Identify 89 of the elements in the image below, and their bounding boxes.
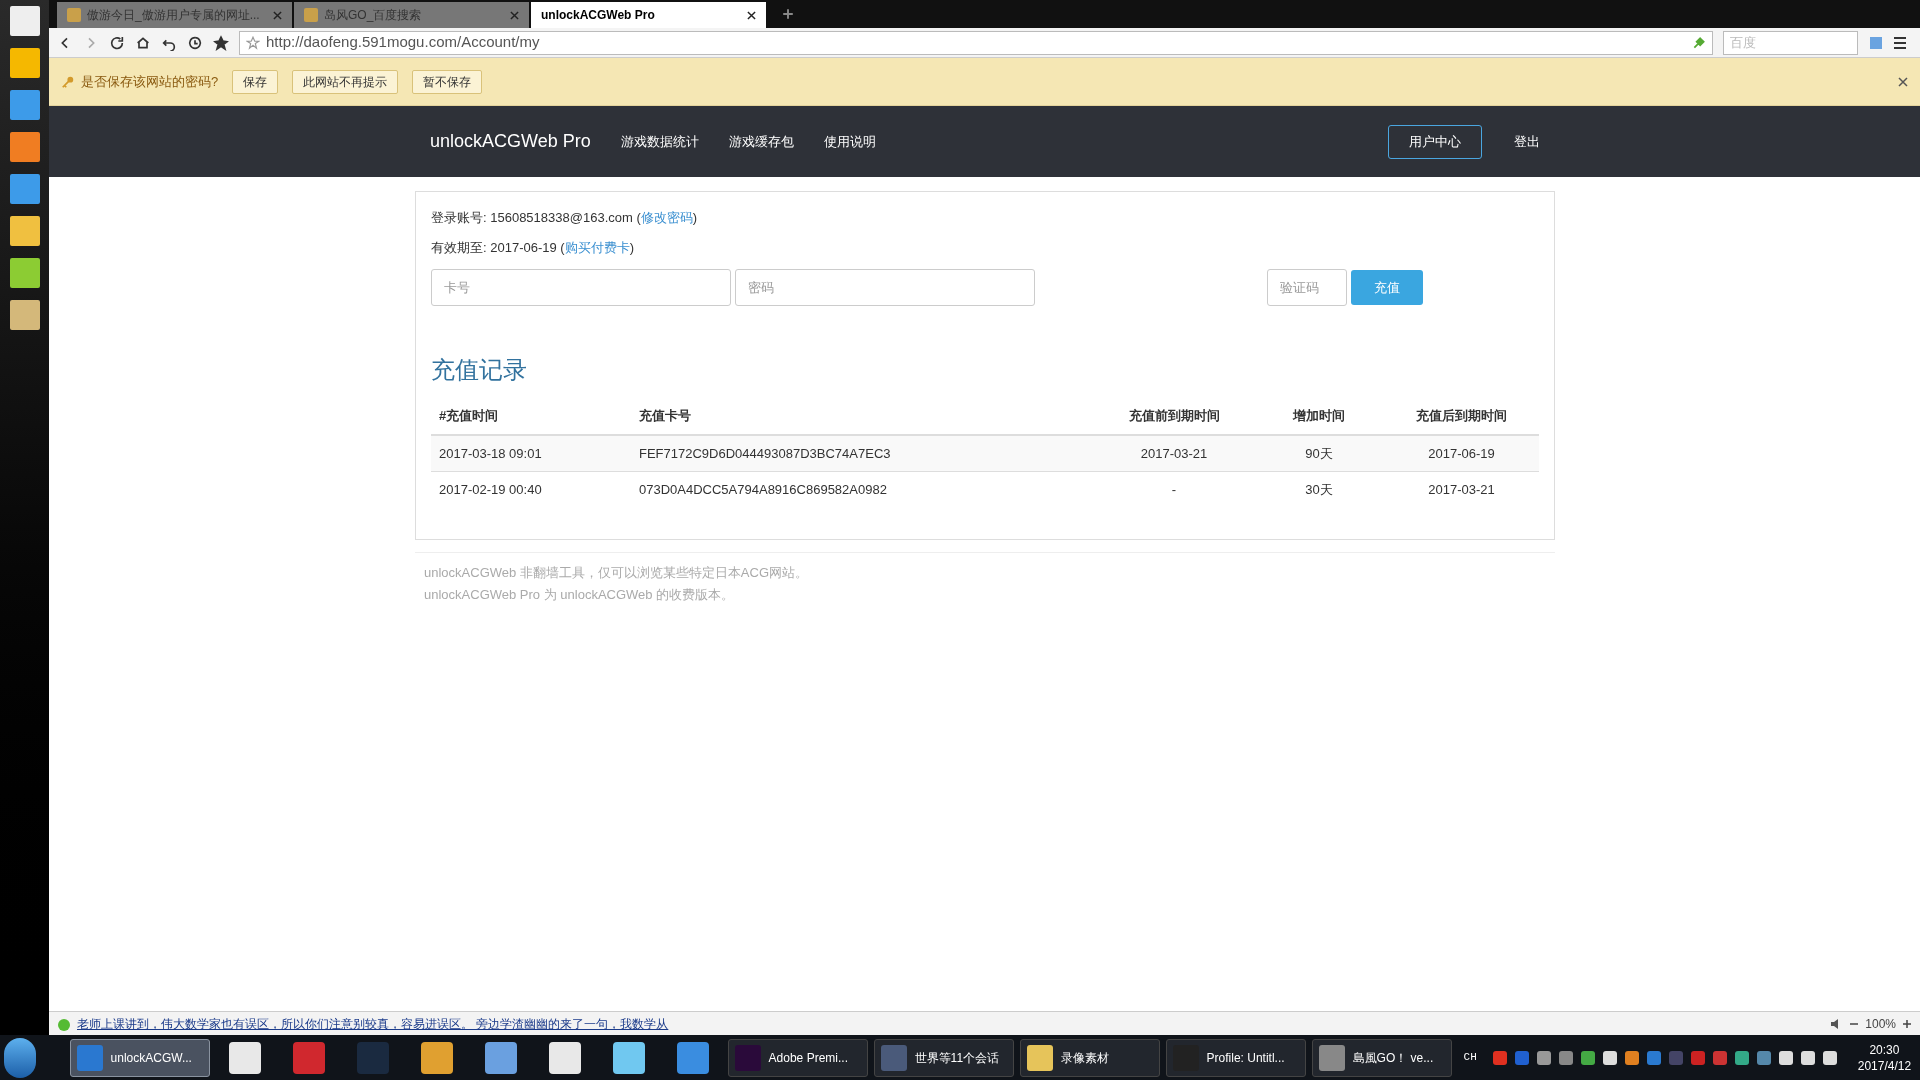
footer-text: unlockACGWeb Pro 为 unlockACGWeb 的收费版本。 xyxy=(424,586,736,604)
tray-icon[interactable] xyxy=(1580,1050,1595,1065)
column-header[interactable]: 充值前到期时间 xyxy=(1094,398,1254,435)
tray-icon[interactable] xyxy=(1800,1050,1815,1065)
sidebar-app-icon[interactable] xyxy=(9,258,40,288)
password-bar-button[interactable]: 此网站不再提示 xyxy=(292,69,399,94)
taskbar-button[interactable]: 录像素材 xyxy=(1019,1038,1160,1077)
taskbar-app-icon[interactable] xyxy=(484,1041,517,1074)
tray-icon[interactable] xyxy=(1778,1050,1793,1065)
nav-link[interactable]: 游戏缓存包 xyxy=(728,131,794,152)
save-password-question: 是否保存该网站的密码? xyxy=(81,72,219,91)
zoom-in-icon[interactable] xyxy=(1902,1018,1912,1029)
table-cell: 2017-03-18 09:01 xyxy=(431,434,631,472)
close-tab-icon[interactable] xyxy=(747,10,756,20)
sidebar-app-icon[interactable] xyxy=(9,6,40,36)
tray-icon[interactable] xyxy=(1734,1050,1749,1065)
logout-link[interactable]: 登出 xyxy=(1514,131,1540,152)
sidebar-app-icon[interactable] xyxy=(9,48,40,78)
address-bar[interactable]: http://daofeng.591mogu.com/Account/my xyxy=(239,30,1713,55)
app-icon xyxy=(880,1044,907,1071)
close-icon[interactable] xyxy=(1898,76,1908,87)
records-heading: 充值记录 xyxy=(431,355,528,385)
buy-card-link[interactable]: 购买付费卡 xyxy=(564,240,630,255)
sidebar-app-icon[interactable] xyxy=(9,216,40,246)
sidebar-app-icon[interactable] xyxy=(9,174,40,204)
url-text: http://daofeng.591mogu.com/Account/my xyxy=(266,32,541,53)
nav-link[interactable]: 游戏数据统计 xyxy=(620,131,699,152)
zoom-level[interactable]: 100% xyxy=(1865,1014,1896,1033)
change-password-link[interactable]: 修改密码 xyxy=(640,210,693,225)
taskbar-app-icon[interactable] xyxy=(420,1041,453,1074)
taskbar-app-icon[interactable] xyxy=(548,1041,581,1074)
user-center-button[interactable]: 用户中心 xyxy=(1388,124,1482,159)
browser-tab[interactable]: unlockACGWeb Pro xyxy=(531,2,766,28)
tray-icon[interactable] xyxy=(1822,1050,1837,1065)
tray-icon[interactable] xyxy=(1536,1050,1551,1065)
clock-time[interactable]: 20:30 xyxy=(1869,1041,1900,1058)
tray-icon[interactable] xyxy=(1624,1050,1639,1065)
password-bar-button[interactable]: 暂不保存 xyxy=(412,69,483,94)
table-cell: - xyxy=(1094,471,1254,508)
taskbar-app-icon[interactable] xyxy=(612,1041,645,1074)
key-icon xyxy=(61,74,75,89)
bookmark-star-icon[interactable] xyxy=(246,35,260,50)
refresh-icon[interactable] xyxy=(109,34,125,51)
history-icon[interactable] xyxy=(187,34,203,51)
taskbar-button[interactable]: 島風GO！ ve... xyxy=(1311,1038,1452,1077)
search-field[interactable]: 百度 xyxy=(1723,30,1858,55)
sidebar-app-icon[interactable] xyxy=(9,90,40,120)
menu-icon[interactable] xyxy=(1892,34,1908,51)
table-cell: 30天 xyxy=(1254,471,1384,508)
password-field[interactable]: 密码 xyxy=(735,269,1035,306)
taskbar-button[interactable]: 世界等11个会话 xyxy=(873,1038,1014,1077)
table-cell: FEF7172C9D6D044493087D3BC74A7EC3 xyxy=(631,434,1094,472)
brand-link[interactable]: unlockACGWeb Pro xyxy=(430,128,591,155)
favorites-icon[interactable] xyxy=(213,34,229,51)
nav-link[interactable]: 使用说明 xyxy=(823,131,876,152)
table-cell: 2017-06-19 xyxy=(1384,434,1539,472)
card-number-field[interactable]: 卡号 xyxy=(431,269,731,306)
table-cell: 073D0A4DCC5A794A8916C869582A0982 xyxy=(631,471,1094,508)
footer-text: unlockACGWeb 非翻墙工具，仅可以浏览某些特定日本ACG网站。 xyxy=(424,563,810,582)
taskbar-button[interactable]: Adobe Premi... xyxy=(727,1038,868,1077)
taskbar-app-icon[interactable] xyxy=(228,1041,261,1074)
app-icon xyxy=(1026,1044,1053,1071)
expiry-date-text: 有效期至: 2017-06-19 (购买付费卡) xyxy=(431,239,635,257)
clock-date[interactable]: 2017/4/12 xyxy=(1857,1057,1912,1074)
column-header[interactable]: #充值时间 xyxy=(431,398,631,435)
sidebar-app-icon[interactable] xyxy=(9,132,40,162)
table-cell: 2017-03-21 xyxy=(1384,471,1539,508)
app-icon xyxy=(734,1044,761,1071)
news-ticker-link[interactable]: 老师上课讲到，伟大数学家也有误区，所以你们注意别较真，容易进误区。 旁边学渣幽幽的来了一句，我数学从 xyxy=(77,1014,669,1033)
input-language[interactable]: CH xyxy=(1463,1049,1477,1066)
table-cell: 2017-02-19 00:40 xyxy=(431,471,631,508)
table-cell: 90天 xyxy=(1254,434,1384,472)
column-header[interactable]: 充值卡号 xyxy=(631,398,1094,435)
app-icon xyxy=(1318,1044,1345,1071)
tab-favicon xyxy=(67,8,81,22)
start-button[interactable] xyxy=(4,1037,36,1078)
taskbar-button[interactable]: unlockACGW... xyxy=(69,1038,210,1077)
login-account-text: 登录账号: 15608518338@163.com (修改密码) xyxy=(431,209,699,227)
sidebar-app-icon[interactable] xyxy=(9,300,40,330)
app-icon xyxy=(76,1044,103,1071)
tab-favicon xyxy=(304,8,318,22)
new-tab-icon[interactable] xyxy=(782,8,794,20)
taskbar-button[interactable]: Profile: Untitl... xyxy=(1165,1038,1306,1077)
table-cell: 2017-03-21 xyxy=(1094,434,1254,472)
captcha-field[interactable]: 验证码 xyxy=(1267,269,1347,306)
column-header[interactable]: 增加时间 xyxy=(1254,398,1384,435)
tray-icon[interactable] xyxy=(1602,1050,1617,1065)
column-header[interactable]: 充值后到期时间 xyxy=(1384,398,1539,435)
password-bar-button[interactable]: 保存 xyxy=(232,69,279,94)
